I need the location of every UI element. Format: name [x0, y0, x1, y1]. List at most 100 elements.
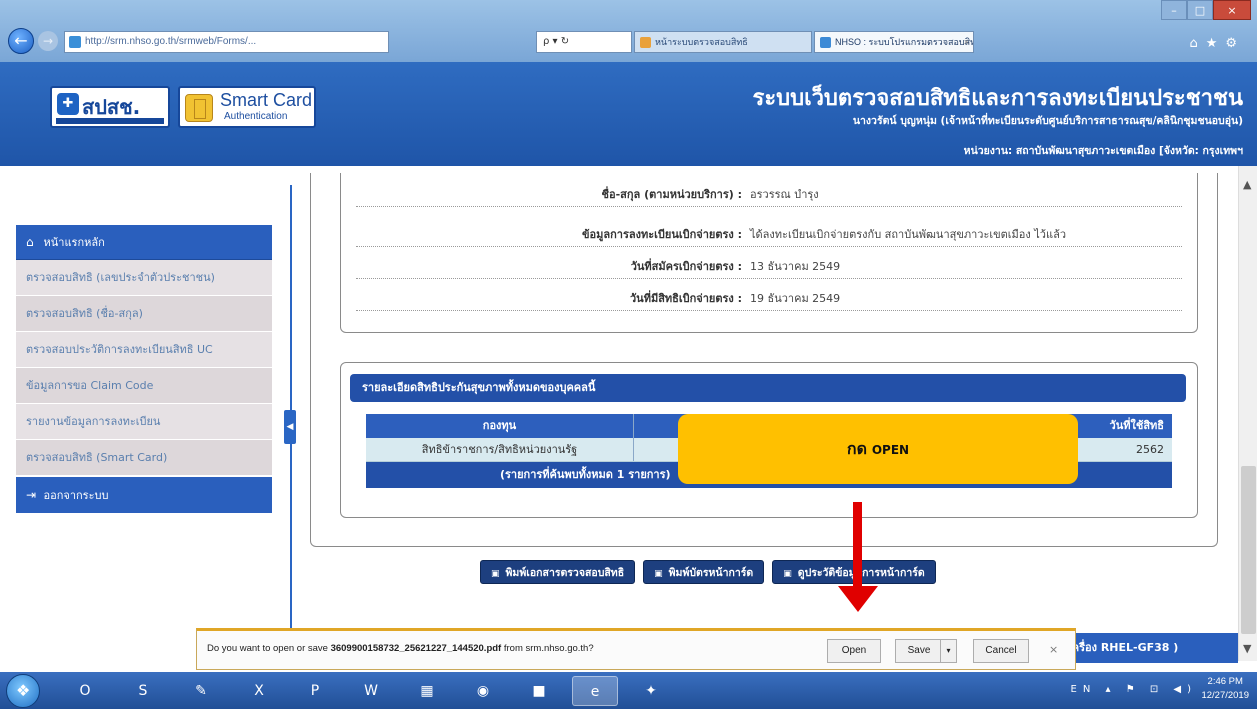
sidebar-item-uc-history[interactable]: ตรวจสอบประวัติการลงทะเบียนสิทธิ UC [16, 332, 272, 368]
tab-label: หน้าระบบตรวจสอบสิทธิ [655, 37, 748, 47]
smart-card-chip-icon [185, 94, 213, 122]
minimize-button[interactable]: – [1161, 0, 1187, 20]
printer-icon: ▣ [654, 569, 663, 579]
page-scrollbar[interactable]: ▲ ▼ [1238, 166, 1257, 661]
print-card-button[interactable]: ▣ พิมพ์บัตรหน้าการ์ด [643, 560, 765, 584]
button-label: พิมพ์บัตรหน้าการ์ด [668, 567, 754, 579]
maximize-button[interactable]: □ [1187, 0, 1213, 20]
address-text: http://srm.nhso.go.th/srmweb/Forms/... [85, 36, 257, 47]
download-prefix: Do you want to open or save [207, 643, 331, 654]
taskbar: O S ✎ X P W ▦ ◉ ■ e ✦ EN ▴ ⚑ ⊡ ◀) 2:46 P… [0, 672, 1257, 709]
close-icon[interactable]: × [1049, 643, 1058, 656]
sidebar-item-label: หน้าแรกหลัก [43, 236, 105, 249]
tab-favicon-icon [640, 37, 651, 48]
sidebar-item-logout[interactable]: ⇥ ออกจากระบบ [16, 477, 272, 513]
scroll-up-icon[interactable]: ▲ [1243, 178, 1251, 191]
save-button[interactable]: Save ▾ [895, 639, 957, 663]
tab-label: NHSO : ระบบโปรแกรมตรวจสอบสิทธิ... [835, 37, 974, 47]
sidebar-item-claim-code[interactable]: ข้อมูลการขอ Claim Code [16, 368, 272, 404]
smart-card-title: Smart Card [220, 90, 313, 110]
button-label: พิมพ์เอกสารตรวจสอบสิทธิ [505, 567, 625, 579]
browser-titlebar: ← → http://srm.nhso.go.th/srmweb/Forms/.… [0, 0, 1257, 62]
close-window-button[interactable]: × [1213, 0, 1251, 20]
info-row-eligible-date: วันที่มีสิทธิเบิกจ่ายตรง : 19 ธันวาคม 25… [356, 281, 1182, 311]
clock-date: 12/27/2019 [1201, 690, 1249, 701]
taskbar-app-explorer[interactable]: ▦ [404, 676, 450, 706]
tab-favicon-icon [820, 37, 831, 48]
home-favorites-settings-icon[interactable]: ⌂★⚙ [1189, 36, 1245, 51]
save-label: Save [907, 645, 931, 656]
open-button[interactable]: Open [827, 639, 881, 663]
taskbar-app-other[interactable]: ✦ [628, 676, 674, 706]
scroll-thumb[interactable] [1241, 466, 1256, 634]
info-label: วันที่มีสิทธิเบิกจ่ายตรง : [630, 292, 742, 305]
cell-fund: สิทธิข้าราชการ/สิทธิหน่วยงานรัฐ [366, 438, 634, 461]
sidebar: ⌂ หน้าแรกหลัก ตรวจสอบสิทธิ (เลขประจำตัวป… [16, 225, 272, 513]
info-row-apply-date: วันที่สมัครเบิกจ่ายตรง : 13 ธันวาคม 2549 [356, 249, 1182, 279]
taskbar-app-powerpoint[interactable]: P [292, 676, 338, 706]
sidebar-item-registration-report[interactable]: รายงานข้อมูลการลงทะเบียน [16, 404, 272, 440]
sidebar-item-home[interactable]: ⌂ หน้าแรกหลัก [16, 225, 272, 260]
info-row-direct-billing: ข้อมูลการลงทะเบียนเบิกจ่ายตรง : ได้ลงทะเ… [356, 217, 1182, 247]
system-title: ระบบเว็บตรวจสอบสิทธิและการลงทะเบียนประชา… [752, 86, 1244, 111]
sidebar-item-check-id[interactable]: ตรวจสอบสิทธิ (เลขประจำตัวประชาชน) [16, 260, 272, 296]
info-label: วันที่สมัครเบิกจ่ายตรง : [630, 260, 742, 273]
chevron-down-icon[interactable]: ▾ [940, 640, 956, 662]
info-label: ข้อมูลการลงทะเบียนเบิกจ่ายตรง : [582, 228, 742, 241]
info-value: 13 ธันวาคม 2549 [750, 260, 841, 273]
sidebar-item-check-name[interactable]: ตรวจสอบสิทธิ (ชื่อ-สกุล) [16, 296, 272, 332]
info-label: ชื่อ-สกุล (ตามหน่วยบริการ) : [601, 188, 742, 201]
taskbar-clock[interactable]: 2:46 PM 12/27/2019 [1201, 675, 1249, 703]
address-search-refresh[interactable]: ρ ▾ ↻ [536, 31, 632, 53]
tab-close-icon[interactable]: × [964, 32, 969, 52]
cancel-button[interactable]: Cancel [973, 639, 1029, 663]
back-arrow-icon[interactable]: ← [8, 28, 34, 54]
system-tray[interactable]: EN ▴ ⚑ ⊡ ◀) [1071, 684, 1197, 695]
address-bar[interactable]: http://srm.nhso.go.th/srmweb/Forms/... [64, 31, 389, 53]
forward-arrow-icon[interactable]: → [38, 31, 58, 51]
start-button[interactable] [6, 674, 40, 708]
logged-in-user: นางวรัตน์ บุญหนุ่ม (เจ้าหน้าที่ทะเบียนระ… [852, 115, 1243, 127]
pointer-arrow-shaft [853, 502, 862, 588]
clock-time: 2:46 PM [1207, 676, 1243, 687]
info-value: ได้ลงทะเบียนเบิกจ่ายตรงกับ สถาบันพัฒนาสุ… [750, 228, 1066, 241]
browser-tab-1[interactable]: หน้าระบบตรวจสอบสิทธิ [634, 31, 812, 53]
logout-icon: ⇥ [26, 488, 37, 502]
taskbar-app-ie[interactable]: e [572, 676, 618, 706]
home-icon: ⌂ [26, 235, 34, 249]
result-count: (รายการที่ค้นพบทั้งหมด 1 รายการ) [500, 468, 671, 481]
callout-en: OPEN [871, 443, 910, 457]
site-header: ✚ สปสช. Smart Card Authentication ระบบเว… [0, 62, 1257, 166]
info-value: 19 ธันวาคม 2549 [750, 292, 841, 305]
nhso-logo-strip [56, 118, 164, 124]
taskbar-app-outlook[interactable]: O [62, 676, 108, 706]
pointer-arrow-head-icon [838, 586, 878, 612]
taskbar-app-pen[interactable]: ✎ [178, 676, 224, 706]
callout-thai: กด [846, 439, 867, 458]
taskbar-app-chrome[interactable]: ◉ [460, 676, 506, 706]
taskbar-app-skype[interactable]: S [120, 676, 166, 706]
footer-machine-info: เครื่อง RHEL-GF38 ) [1060, 633, 1238, 663]
printer-icon: ▣ [491, 569, 500, 579]
rights-heading: รายละเอียดสิทธิประกันสุขภาพทั้งหมดของบุค… [350, 374, 1186, 402]
printer-icon: ▣ [783, 569, 792, 579]
scroll-down-icon[interactable]: ▼ [1243, 642, 1251, 655]
download-suffix: from srm.nhso.go.th? [501, 643, 594, 654]
taskbar-app-terminal[interactable]: ■ [516, 676, 562, 706]
info-value: อรวรรณ บำรุง [750, 188, 819, 201]
sidebar-item-smart-card[interactable]: ตรวจสอบสิทธิ (Smart Card) [16, 440, 272, 476]
taskbar-app-excel[interactable]: X [236, 676, 282, 706]
column-header-fund: กองทุน [366, 414, 634, 438]
collapse-sidebar-icon[interactable]: ◀ [284, 410, 296, 444]
smart-card-logo: Smart Card Authentication [178, 86, 316, 128]
window-controls: – □ × [1161, 0, 1251, 20]
taskbar-app-word[interactable]: W [348, 676, 394, 706]
browser-tab-2[interactable]: NHSO : ระบบโปรแกรมตรวจสอบสิทธิ... × [814, 31, 974, 53]
print-rights-document-button[interactable]: ▣ พิมพ์เอกสารตรวจสอบสิทธิ [480, 560, 636, 584]
download-notification-bar: Do you want to open or save 360990015873… [196, 628, 1076, 670]
download-filename: 3609900158732_25621227_144520.pdf [330, 643, 502, 654]
user-unit: หน่วยงาน: สถาบันพัฒนาสุขภาวะเขตเมือง [จั… [963, 145, 1243, 157]
page-favicon-icon [69, 36, 81, 48]
action-buttons: ▣ พิมพ์เอกสารตรวจสอบสิทธิ ▣ พิมพ์บัตรหน้าก… [480, 560, 936, 584]
nhso-mark-icon: ✚ [57, 93, 79, 115]
